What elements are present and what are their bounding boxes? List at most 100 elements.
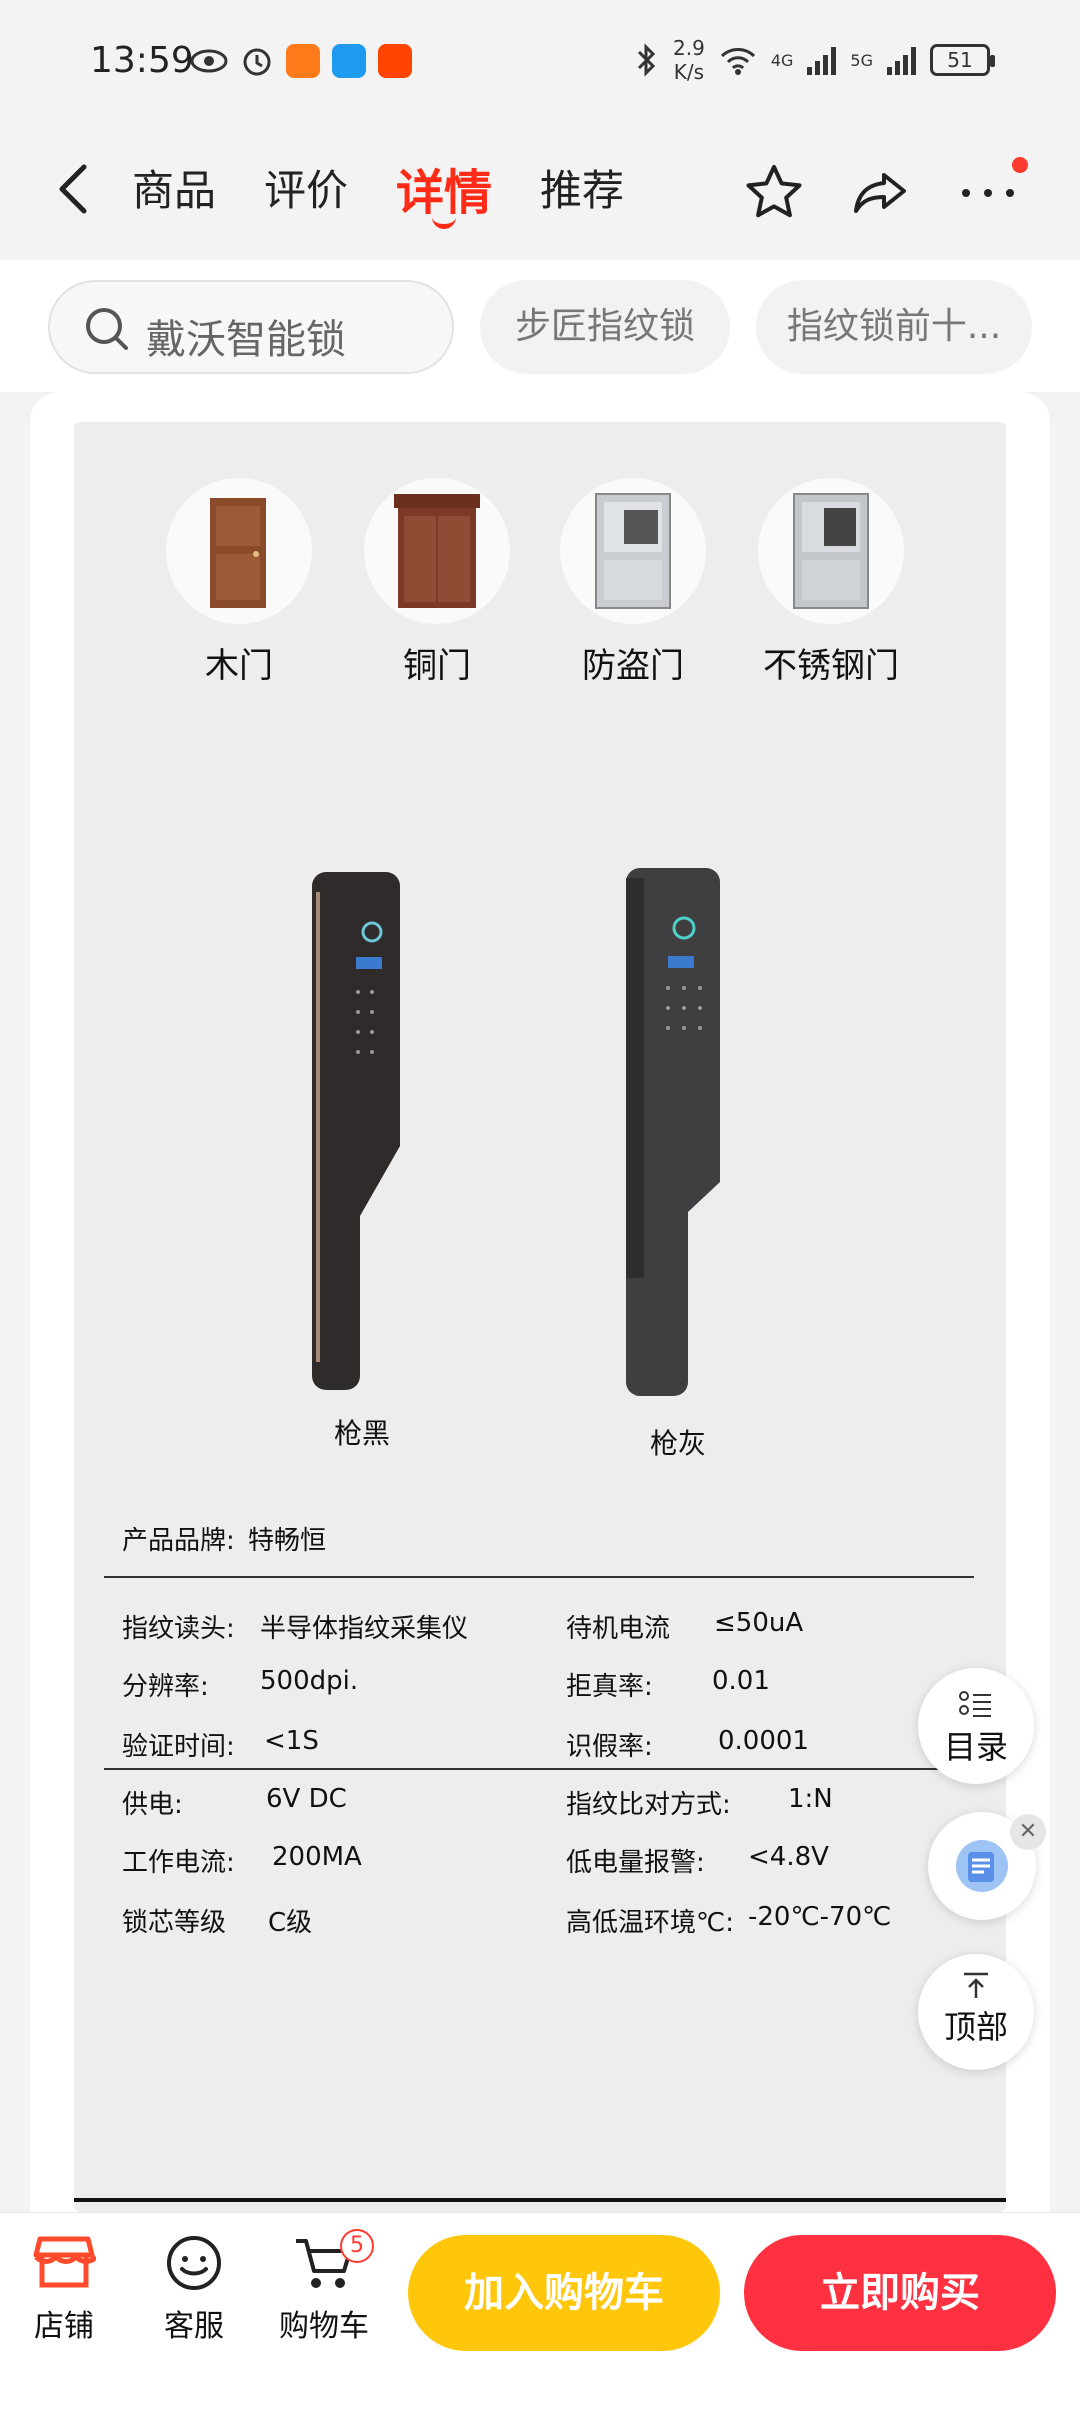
- spec-brand-value: 特畅恒: [248, 1526, 327, 1556]
- detail-content: 木门 铜门 防盗门 不锈钢门 枪黑 枪灰 产品品牌: 特畅恒 指纹读头: 半导体…: [30, 392, 1050, 2212]
- store-button[interactable]: 店铺: [4, 2233, 124, 2345]
- spec-label: 低电量报警:: [566, 1848, 705, 1878]
- spec-value: <4.8V: [748, 1842, 829, 1872]
- active-tab-indicator: [432, 217, 456, 229]
- network-5g: 5G: [850, 50, 873, 70]
- store-label: 店铺: [34, 2309, 94, 2344]
- star-icon[interactable]: [742, 161, 806, 225]
- divider: [104, 1768, 974, 1770]
- tab-product[interactable]: 商品: [132, 157, 216, 218]
- taobao-icon: [378, 44, 412, 78]
- cart-label: 购物车: [279, 2309, 369, 2344]
- spec-label: 验证时间:: [122, 1732, 235, 1762]
- spec-value: 半导体指纹采集仪: [260, 1614, 469, 1644]
- arrow-up-icon: [964, 1972, 988, 1998]
- spec-value: 0.0001: [718, 1726, 809, 1756]
- assistant-icon: [956, 1840, 1008, 1892]
- signal-icon-2: [887, 45, 916, 75]
- service-icon: [167, 2236, 221, 2290]
- service-label: 客服: [164, 2309, 224, 2344]
- back-arrow-icon[interactable]: [50, 159, 100, 219]
- search-row: 戴沃智能锁 步匠指纹锁 指纹锁前十...: [0, 260, 1080, 392]
- tab-recommend[interactable]: 推荐: [540, 157, 624, 218]
- app-blue-icon: [332, 44, 366, 78]
- tab-reviews[interactable]: 评价: [264, 157, 348, 218]
- tab-details[interactable]: 详情: [396, 153, 492, 223]
- share-icon[interactable]: [848, 161, 912, 225]
- copper-door-image: [364, 478, 510, 624]
- battery-icon: 51: [930, 44, 995, 76]
- product-detail-image: 木门 铜门 防盗门 不锈钢门 枪黑 枪灰 产品品牌: 特畅恒 指纹读头: 半导体…: [74, 422, 1006, 2212]
- spec-label: 锁芯等级: [122, 1908, 227, 1938]
- top-label: 顶部: [943, 2008, 1008, 2046]
- spec-value: 6V DC: [266, 1784, 347, 1814]
- spec-label: 分辨率:: [122, 1672, 209, 1702]
- status-right: 2.9 K/s 4G 5G 51: [635, 36, 995, 84]
- speed-value: 2.9: [673, 36, 705, 60]
- eye-icon: [190, 49, 228, 73]
- network-4g: 4G: [770, 50, 794, 70]
- search-chip-2[interactable]: 指纹锁前十...: [756, 280, 1032, 374]
- add-to-cart-button[interactable]: 加入购物车: [408, 2235, 720, 2351]
- lock-black-image: [312, 872, 400, 1390]
- door-label: 铜门: [403, 646, 471, 686]
- spec-label: 识假率:: [566, 1732, 653, 1762]
- status-time: 13:59: [90, 40, 194, 81]
- spec-value: 0.01: [712, 1666, 770, 1696]
- spec-value: C级: [268, 1908, 313, 1938]
- search-input[interactable]: 戴沃智能锁: [48, 280, 454, 374]
- app-orange-icon: [286, 44, 320, 78]
- close-icon[interactable]: ✕: [1010, 1814, 1046, 1850]
- bluetooth-icon: [637, 43, 656, 77]
- door-type-wood: 木门: [164, 478, 314, 687]
- spec-value: 1:N: [788, 1784, 833, 1814]
- search-icon: [86, 308, 128, 350]
- wood-door-image: [166, 478, 312, 624]
- network-speed: 2.9 K/s: [673, 36, 705, 84]
- spec-brand-label: 产品品牌:: [122, 1526, 235, 1556]
- more-icon[interactable]: [956, 161, 1020, 225]
- color-label-grey: 枪灰: [650, 1427, 707, 1460]
- spec-label: 指纹比对方式:: [566, 1790, 731, 1820]
- security-door-image: [560, 478, 706, 624]
- spec-value: -20℃-70℃: [748, 1902, 892, 1932]
- spec-label: 拒真率:: [566, 1672, 653, 1702]
- buy-now-button[interactable]: 立即购买: [744, 2235, 1056, 2351]
- spec-label: 指纹读头:: [122, 1614, 235, 1644]
- door-label: 防盗门: [582, 646, 684, 686]
- spec-value: 200MA: [272, 1842, 362, 1872]
- divider: [104, 1576, 974, 1578]
- catalog-button[interactable]: 目录: [918, 1668, 1034, 1784]
- lock-grey-image: [626, 868, 720, 1396]
- search-placeholder: 戴沃智能锁: [146, 317, 346, 363]
- signal-icon: [807, 45, 837, 75]
- top-nav: 商品 评价 详情 推荐: [0, 125, 1080, 260]
- spec-value: ≤50uA: [714, 1608, 804, 1638]
- spec-label: 工作电流:: [122, 1848, 235, 1878]
- spec-label: 待机电流: [566, 1614, 671, 1644]
- spec-value: 500dpi.: [260, 1666, 359, 1696]
- back-to-top-button[interactable]: 顶部: [918, 1954, 1034, 2070]
- door-label: 不锈钢门: [763, 646, 899, 686]
- notification-dot: [1012, 157, 1028, 173]
- list-icon: [959, 1691, 991, 1717]
- wifi-icon: [720, 48, 755, 75]
- door-type-security: 防盗门: [558, 478, 708, 687]
- spec-label: 高低温环境℃:: [566, 1908, 734, 1938]
- spec-value: <1S: [264, 1726, 319, 1756]
- divider: [74, 2198, 1006, 2202]
- spec-label: 供电:: [122, 1790, 183, 1820]
- stainless-door-image: [758, 478, 904, 624]
- door-type-stainless: 不锈钢门: [756, 478, 906, 687]
- alarm-icon: [243, 48, 271, 76]
- customer-service-button[interactable]: 客服: [134, 2233, 254, 2345]
- speed-unit: K/s: [673, 60, 705, 84]
- status-bar: 13:59 2.9 K/s 4G 5G 51: [0, 0, 1080, 125]
- cart-count-badge: 5: [340, 2229, 374, 2263]
- battery-level: 51: [947, 48, 973, 72]
- color-label-black: 枪黑: [334, 1417, 391, 1450]
- status-app-icons: [190, 44, 412, 78]
- catalog-label: 目录: [943, 1728, 1008, 1766]
- search-chip-1[interactable]: 步匠指纹锁: [480, 280, 730, 374]
- door-label: 木门: [205, 646, 273, 686]
